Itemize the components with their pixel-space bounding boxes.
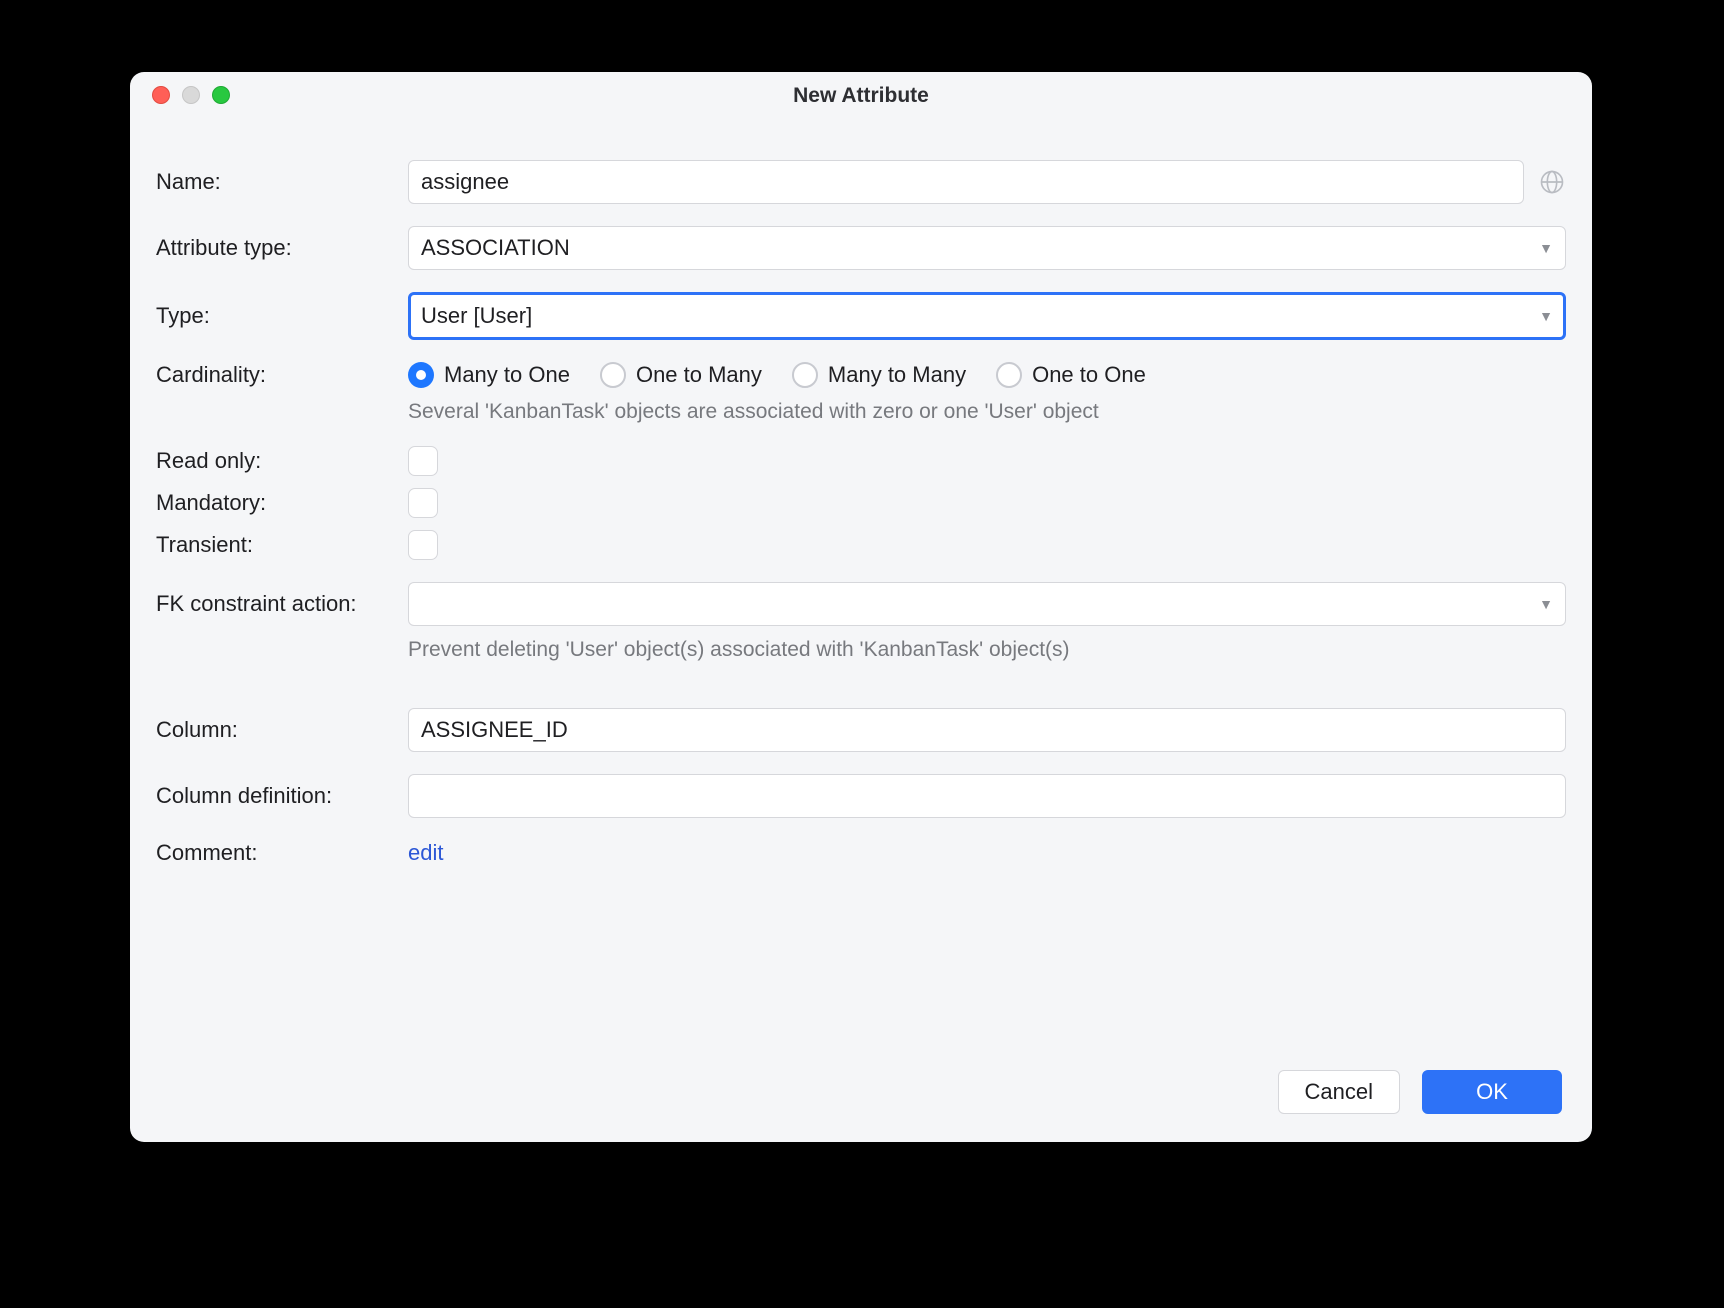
column-def-input[interactable] bbox=[408, 774, 1566, 818]
zoom-icon[interactable] bbox=[212, 86, 230, 104]
attribute-type-select[interactable]: ASSOCIATION ▼ bbox=[408, 226, 1566, 270]
minimize-icon bbox=[182, 86, 200, 104]
radio-many-to-many[interactable]: Many to Many bbox=[792, 362, 966, 388]
type-value: User [User] bbox=[421, 303, 532, 329]
radio-icon bbox=[408, 362, 434, 388]
close-icon[interactable] bbox=[152, 86, 170, 104]
chevron-down-icon: ▼ bbox=[1539, 596, 1553, 612]
attribute-type-label: Attribute type: bbox=[156, 235, 408, 261]
radio-icon bbox=[792, 362, 818, 388]
globe-icon[interactable] bbox=[1538, 168, 1566, 196]
titlebar: New Attribute bbox=[130, 72, 1592, 120]
fk-constraint-select[interactable]: ▼ bbox=[408, 582, 1566, 626]
cardinality-label: Cardinality: bbox=[156, 362, 408, 388]
radio-label: Many to Many bbox=[828, 362, 966, 388]
chevron-down-icon: ▼ bbox=[1539, 308, 1553, 324]
ok-button[interactable]: OK bbox=[1422, 1070, 1562, 1114]
radio-one-to-many[interactable]: One to Many bbox=[600, 362, 762, 388]
column-label: Column: bbox=[156, 717, 408, 743]
dialog-footer: Cancel OK bbox=[1278, 1070, 1562, 1114]
new-attribute-dialog: New Attribute Name: assignee bbox=[130, 72, 1592, 1142]
cardinality-hint: Several 'KanbanTask' objects are associa… bbox=[408, 400, 1566, 424]
transient-checkbox[interactable] bbox=[408, 530, 438, 560]
type-label: Type: bbox=[156, 303, 408, 329]
mandatory-checkbox[interactable] bbox=[408, 488, 438, 518]
radio-label: One to One bbox=[1032, 362, 1146, 388]
comment-edit-link[interactable]: edit bbox=[408, 840, 443, 866]
radio-one-to-one[interactable]: One to One bbox=[996, 362, 1146, 388]
column-def-label: Column definition: bbox=[156, 783, 408, 809]
read-only-label: Read only: bbox=[156, 448, 408, 474]
mandatory-label: Mandatory: bbox=[156, 490, 408, 516]
dialog-title: New Attribute bbox=[793, 84, 929, 108]
chevron-down-icon: ▼ bbox=[1539, 240, 1553, 256]
fk-hint: Prevent deleting 'User' object(s) associ… bbox=[408, 638, 1566, 662]
comment-label: Comment: bbox=[156, 840, 408, 866]
radio-icon bbox=[996, 362, 1022, 388]
name-input[interactable]: assignee bbox=[408, 160, 1524, 204]
radio-label: Many to One bbox=[444, 362, 570, 388]
column-value: ASSIGNEE_ID bbox=[421, 717, 568, 743]
column-input[interactable]: ASSIGNEE_ID bbox=[408, 708, 1566, 752]
name-value: assignee bbox=[421, 169, 509, 195]
fk-constraint-label: FK constraint action: bbox=[156, 591, 408, 617]
type-select[interactable]: User [User] ▼ bbox=[408, 292, 1566, 340]
radio-many-to-one[interactable]: Many to One bbox=[408, 362, 570, 388]
name-label: Name: bbox=[156, 169, 408, 195]
read-only-checkbox[interactable] bbox=[408, 446, 438, 476]
cancel-button[interactable]: Cancel bbox=[1278, 1070, 1400, 1114]
radio-icon bbox=[600, 362, 626, 388]
attribute-type-value: ASSOCIATION bbox=[421, 235, 570, 261]
radio-label: One to Many bbox=[636, 362, 762, 388]
window-controls bbox=[152, 86, 230, 104]
transient-label: Transient: bbox=[156, 532, 408, 558]
cardinality-radio-group: Many to One One to Many Many to Many One… bbox=[408, 362, 1146, 388]
